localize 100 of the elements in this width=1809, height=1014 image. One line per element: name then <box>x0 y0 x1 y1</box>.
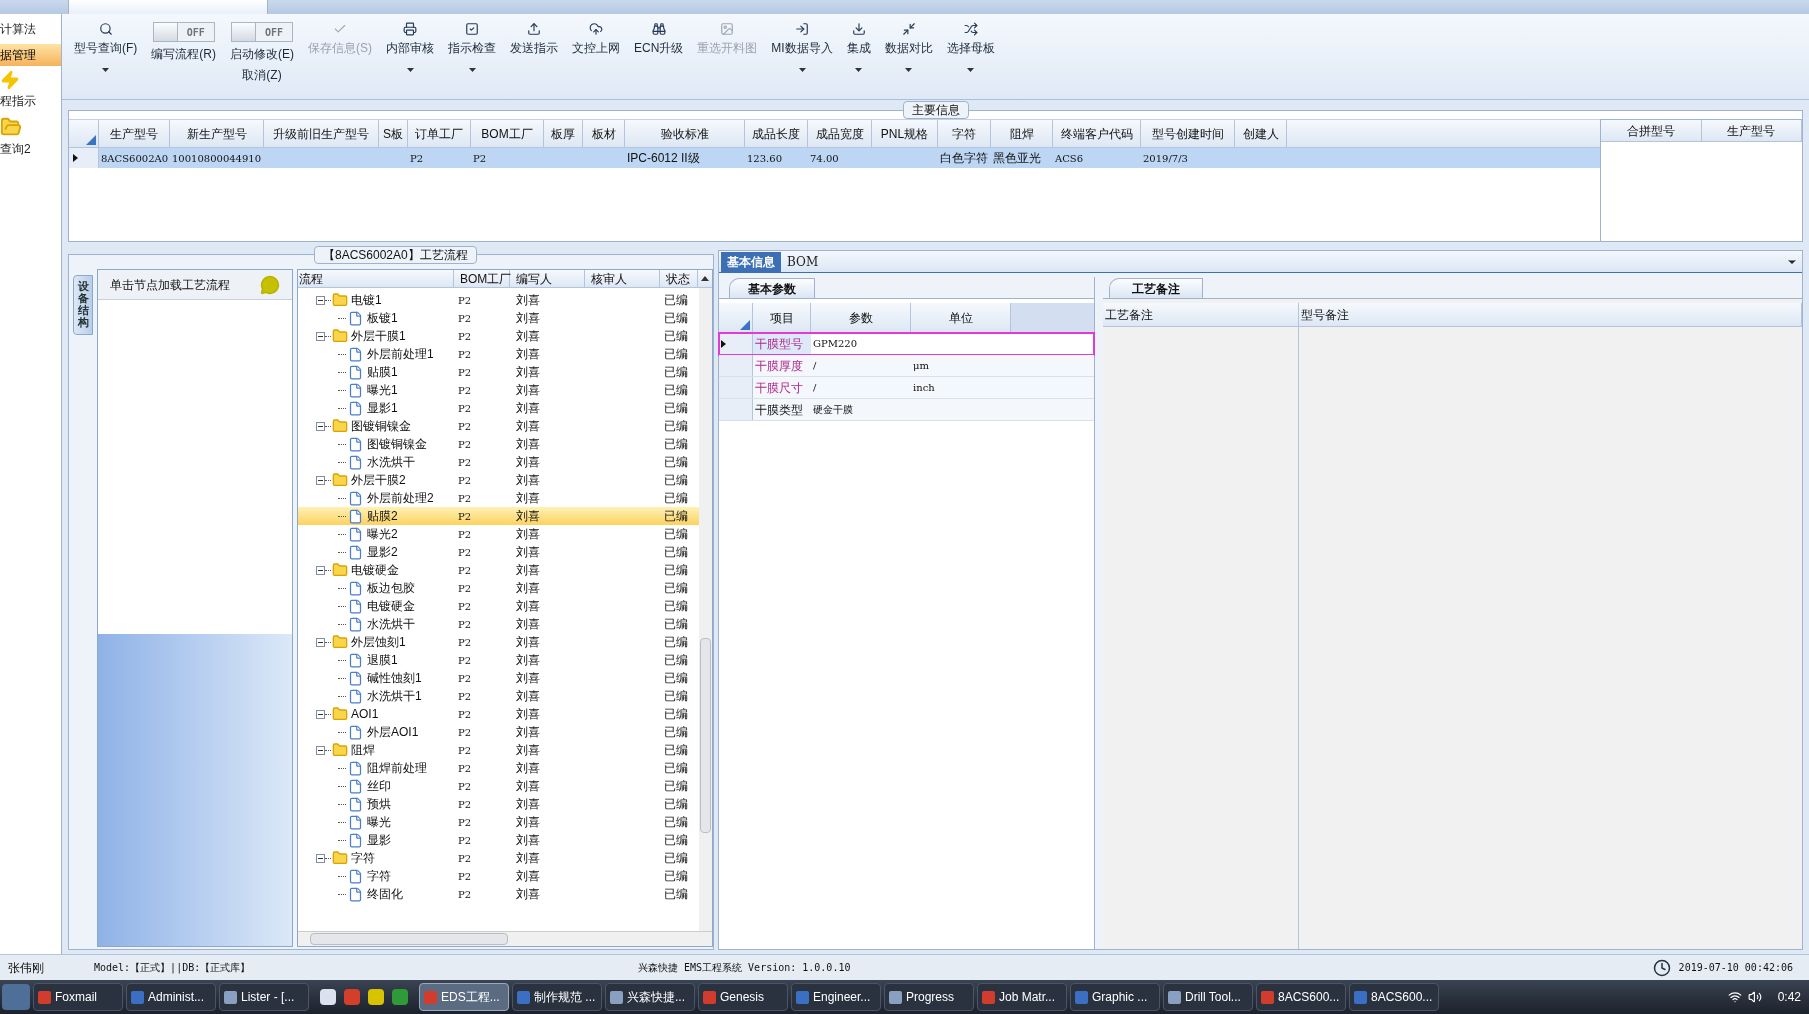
tree-row[interactable]: 终固化 P2 刘喜 已编 <box>298 885 699 903</box>
tree-row[interactable]: 阻焊前处理 P2 刘喜 已编 <box>298 759 699 777</box>
tree-row[interactable]: 显影 P2 刘喜 已编 <box>298 831 699 849</box>
toolbar-button[interactable]: 文控上网 <box>572 22 620 57</box>
table-row[interactable]: 干膜厚度 / μm <box>719 355 1094 377</box>
tree-row[interactable]: 板边包胶 P2 刘喜 已编 <box>298 579 699 597</box>
tree-row[interactable]: 显影2 P2 刘喜 已编 <box>298 543 699 561</box>
toolbar-button[interactable]: 数据对比 <box>884 22 933 72</box>
taskbar-button[interactable]: 8ACS600... <box>1349 983 1439 1011</box>
toggle-switch[interactable]: OFF <box>231 22 293 42</box>
collapse-toggle[interactable] <box>316 565 325 575</box>
tree-row[interactable]: 电镀硬金 P2 刘喜 已编 <box>298 597 699 615</box>
tree-row[interactable]: 水洗烘干 P2 刘喜 已编 <box>298 615 699 633</box>
column-header[interactable]: 新生产型号 <box>170 120 264 147</box>
collapse-toggle[interactable] <box>316 709 325 719</box>
tree-row[interactable]: 水洗烘干 P2 刘喜 已编 <box>298 453 699 471</box>
volume-icon[interactable] <box>1747 990 1762 1004</box>
tree-row[interactable]: 外层蚀刻1 P2 刘喜 已编 <box>298 633 699 651</box>
taskbar-button[interactable]: Graphic ... <box>1070 983 1160 1011</box>
column-header[interactable]: PNL规格 <box>872 120 938 147</box>
taskbar-button[interactable]: Progress <box>884 983 974 1011</box>
select-all-corner-icon[interactable] <box>86 135 96 145</box>
taskbar-button[interactable]: Administ... <box>126 983 216 1011</box>
select-all-corner-icon[interactable] <box>740 320 750 330</box>
toolbar-button[interactable]: 发送指示 <box>510 22 558 57</box>
collapse-toggle[interactable] <box>316 295 325 305</box>
tree-row[interactable]: 退膜1 P2 刘喜 已编 <box>298 651 699 669</box>
quick-launch-icon[interactable] <box>368 989 384 1005</box>
tree-row[interactable]: 显影1 P2 刘喜 已编 <box>298 399 699 417</box>
collapse-toggle[interactable] <box>316 331 325 341</box>
tree-row[interactable]: 阻焊 P2 刘喜 已编 <box>298 741 699 759</box>
table-row[interactable]: 干膜型号 GPM220 <box>719 333 1094 355</box>
sidebar-item[interactable]: 查询2 <box>0 138 61 160</box>
quick-launch-icon[interactable] <box>392 989 408 1005</box>
taskbar-button[interactable]: Genesis <box>698 983 788 1011</box>
tree-row[interactable]: 板镀1 P2 刘喜 已编 <box>298 309 699 327</box>
toolbar-button[interactable]: MI数据导入 <box>771 22 833 72</box>
toolbar-button[interactable]: 集成 <box>846 22 871 72</box>
column-header[interactable]: 板材 <box>583 120 625 147</box>
taskbar-button[interactable]: Foxmail <box>33 983 123 1011</box>
quick-launch-icon[interactable] <box>320 989 336 1005</box>
column-header[interactable]: 型号备注 <box>1299 303 1802 326</box>
tree-row[interactable]: 贴膜2 P2 刘喜 已编 <box>298 507 699 525</box>
tree-row[interactable]: 外层AOI1 P2 刘喜 已编 <box>298 723 699 741</box>
tree-row[interactable]: 字符 P2 刘喜 已编 <box>298 867 699 885</box>
tree-row[interactable]: 贴膜1 P2 刘喜 已编 <box>298 363 699 381</box>
column-header[interactable]: 核审人 <box>585 270 660 287</box>
toolbar-button[interactable]: 内部审核 <box>386 22 434 72</box>
tree-row[interactable]: 预烘 P2 刘喜 已编 <box>298 795 699 813</box>
tree-row[interactable]: 外层前处理1 P2 刘喜 已编 <box>298 345 699 363</box>
vertical-scrollbar[interactable] <box>699 288 712 931</box>
taskbar-button[interactable]: 8ACS600... <box>1256 983 1346 1011</box>
column-header[interactable]: 成品宽度 <box>808 120 872 147</box>
tree-row[interactable]: 电镀1 P2 刘喜 已编 <box>298 291 699 309</box>
column-header[interactable]: 流程 <box>298 270 454 287</box>
table-row[interactable]: 8ACS6002A0 10010800044910 P2 P2 IPC-6012 II级 123.60 74.00 白色字符 黑色亚光 ACS6 2019/7/3 <box>69 148 1600 168</box>
collapse-toggle[interactable] <box>316 421 325 431</box>
tree-row[interactable]: 图镀铜镍金 P2 刘喜 已编 <box>298 435 699 453</box>
taskbar-button[interactable]: Engineer... <box>791 983 881 1011</box>
column-header[interactable]: 成品长度 <box>745 120 808 147</box>
column-header[interactable]: 板厚 <box>544 120 583 147</box>
column-header[interactable]: 编写人 <box>510 270 585 287</box>
column-header[interactable]: 字符 <box>938 120 991 147</box>
scroll-up-icon[interactable] <box>701 276 709 281</box>
column-header[interactable]: 生产型号 <box>1701 120 1802 141</box>
tree-row[interactable]: 电镀硬金 P2 刘喜 已编 <box>298 561 699 579</box>
column-header[interactable]: 验收标准 <box>625 120 745 147</box>
taskbar-button[interactable]: Lister - [... <box>219 983 309 1011</box>
toolbar-button[interactable]: OFF 启动修改(E) 取消(Z) <box>230 22 294 84</box>
sidebar-item[interactable]: 据管理 <box>0 44 61 66</box>
column-header[interactable]: 状态 <box>660 270 698 287</box>
taskbar-clock[interactable]: 0:42 <box>1777 988 1801 1006</box>
collapse-toggle[interactable] <box>316 637 325 647</box>
column-header[interactable]: 终端客户代码 <box>1053 120 1141 147</box>
column-header[interactable]: 创建人 <box>1235 120 1287 147</box>
column-header[interactable]: 升级前旧生产型号 <box>264 120 379 147</box>
tree-row[interactable]: 外层干膜2 P2 刘喜 已编 <box>298 471 699 489</box>
collapse-toggle[interactable] <box>316 475 325 485</box>
toolbar-button[interactable]: OFF 编写流程(R) <box>151 22 216 63</box>
taskbar-button[interactable]: Drill Tool... <box>1163 983 1253 1011</box>
tree-row[interactable]: 外层干膜1 P2 刘喜 已编 <box>298 327 699 345</box>
toolbar-button[interactable]: 选择母板 <box>946 22 995 72</box>
tab[interactable]: BOM <box>781 252 825 272</box>
tree-row[interactable]: 曝光1 P2 刘喜 已编 <box>298 381 699 399</box>
tree-row[interactable]: 丝印 P2 刘喜 已编 <box>298 777 699 795</box>
column-header[interactable]: 型号创建时间 <box>1141 120 1235 147</box>
tree-row[interactable]: 图镀铜镍金 P2 刘喜 已编 <box>298 417 699 435</box>
table-row[interactable]: 干膜尺寸 / inch <box>719 377 1094 399</box>
taskbar-button[interactable]: Job Matr... <box>977 983 1067 1011</box>
column-header[interactable]: 工艺备注 <box>1103 303 1299 326</box>
column-header[interactable]: S板 <box>379 120 408 147</box>
toolbar-button[interactable]: 型号查询(F) <box>74 22 138 72</box>
tree-row[interactable]: 碱性蚀刻1 P2 刘喜 已编 <box>298 669 699 687</box>
tree-row[interactable]: 曝光2 P2 刘喜 已编 <box>298 525 699 543</box>
taskbar-button[interactable]: EDS工程... <box>419 983 509 1011</box>
vertical-tab[interactable]: 设备结构 <box>73 275 93 335</box>
tree-row[interactable]: 水洗烘干1 P2 刘喜 已编 <box>298 687 699 705</box>
panel-tab[interactable]: 基本参数 <box>729 278 815 298</box>
column-header[interactable]: 合拼型号 <box>1601 120 1702 141</box>
collapse-toggle[interactable] <box>316 853 325 863</box>
